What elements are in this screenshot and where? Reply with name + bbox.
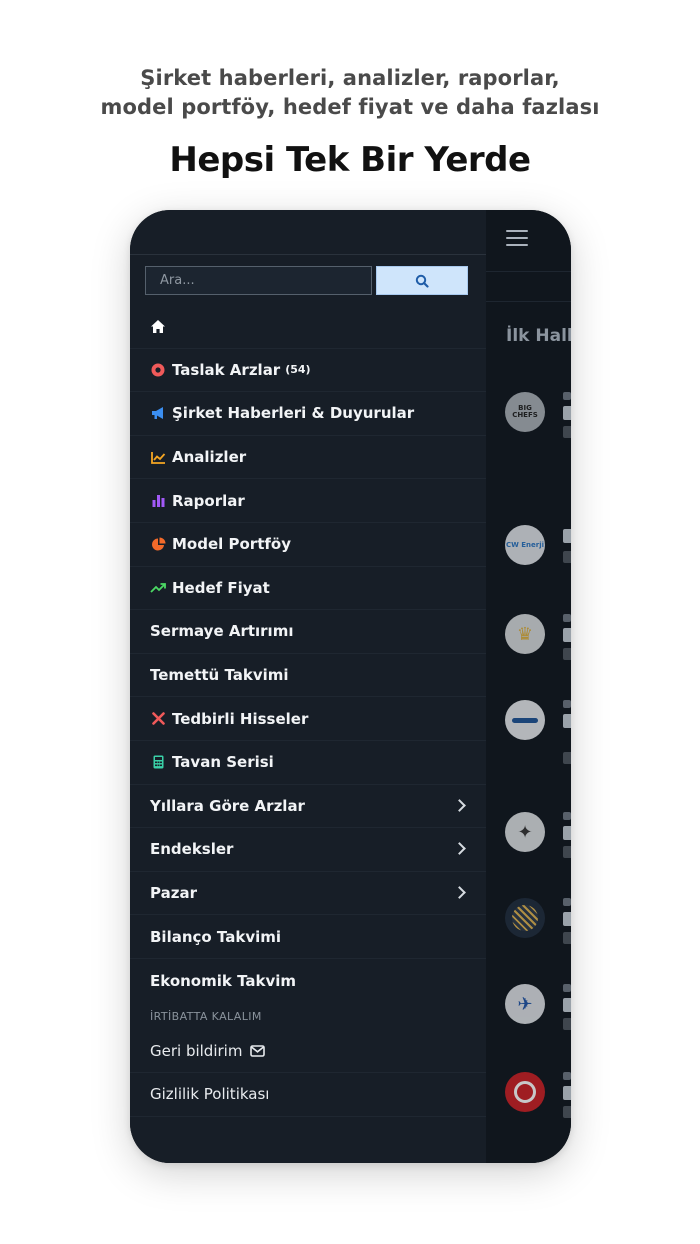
menu-item-label: Temettü Takvimi	[150, 666, 289, 685]
sub-bar	[486, 272, 571, 302]
menu-item-analizler[interactable]: Analizler	[130, 436, 486, 480]
bar-chart-icon	[150, 493, 166, 509]
main-content: İlk Halk BIG CHEFS CW Enerji ♛ ✦ ✈	[486, 210, 571, 1163]
menu-item-hedef-fiyat[interactable]: Hedef Fiyat	[130, 567, 486, 611]
menu-item-temettu-takvimi[interactable]: Temettü Takvimi	[130, 654, 486, 698]
section-title: İlk Halk	[506, 326, 571, 346]
menu-item-sermaye-artirimi[interactable]: Sermaye Artırımı	[130, 610, 486, 654]
logo-text: BIG CHEFS	[512, 404, 538, 419]
menu-item-label: Taslak Arzlar	[172, 360, 281, 379]
chevron-right-icon	[453, 886, 466, 899]
menu-item-label: Tedbirli Hisseler	[172, 709, 309, 728]
phone-frame: İlk Halk BIG CHEFS CW Enerji ♛ ✦ ✈ Ara..…	[130, 210, 571, 1163]
logo-text: CW Enerji	[505, 540, 545, 549]
menu-item-feedback[interactable]: Geri bildirim	[130, 1030, 486, 1074]
menu-item-raporlar[interactable]: Raporlar	[130, 479, 486, 523]
home-icon	[151, 319, 165, 333]
search-button[interactable]	[376, 266, 468, 295]
chevron-right-icon	[453, 842, 466, 856]
company-logo: ✦	[505, 812, 545, 852]
company-logo	[505, 700, 545, 740]
promo-subtitle: Şirket haberleri, analizler, raporlar, m…	[0, 64, 700, 122]
pie-chart-icon	[150, 536, 166, 552]
circle-dot-icon	[150, 362, 166, 378]
menu-item-label: Pazar	[150, 884, 197, 903]
top-bar	[486, 210, 571, 272]
search-input[interactable]	[145, 266, 372, 295]
search-icon	[415, 274, 429, 288]
menu-item-sirket-haberleri[interactable]: Şirket Haberleri & Duyurular	[130, 392, 486, 436]
drawer-menu: Taslak Arzlar (54) Şirket Haberleri & Du…	[130, 305, 486, 1117]
line-chart-icon	[150, 449, 166, 465]
list-item[interactable]	[505, 1072, 571, 1132]
company-logo: ✈	[505, 984, 545, 1024]
menu-item-label: Şirket Haberleri & Duyurular	[172, 404, 415, 423]
side-drawer: Taslak Arzlar (54) Şirket Haberleri & Du…	[130, 210, 486, 1163]
menu-item-ekonomik-takvim[interactable]: Ekonomik Takvim	[130, 959, 486, 1003]
list-item[interactable]: ✦	[505, 812, 571, 872]
search-bar	[145, 266, 468, 295]
menu-item-bilanco-takvimi[interactable]: Bilanço Takvimi	[130, 915, 486, 959]
company-logo: ♛	[505, 614, 545, 654]
chevron-right-icon	[453, 798, 466, 812]
drawer-header	[130, 210, 486, 255]
x-icon	[150, 711, 166, 727]
list-item[interactable]: ✈	[505, 984, 571, 1044]
promo-title: Hepsi Tek Bir Yerde	[169, 140, 531, 180]
promo-subtitle-line2: model portföy, hedef fiyat ve daha fazla…	[100, 95, 600, 119]
company-logo	[505, 1072, 545, 1112]
menu-item-label: Endeksler	[150, 840, 234, 859]
menu-item-label: Model Portföy	[172, 535, 291, 554]
count-badge: (54)	[285, 363, 311, 377]
menu-item-tavan-serisi[interactable]: Tavan Serisi	[130, 741, 486, 785]
calculator-icon	[150, 754, 166, 770]
company-logo	[505, 898, 545, 938]
menu-item-yillara-gore-arzlar[interactable]: Yıllara Göre Arzlar	[130, 785, 486, 829]
contact-section-label: İRTİBATTA KALALIM	[150, 1009, 262, 1023]
menu-item-label: Sermaye Artırımı	[150, 622, 294, 641]
menu-item-tedbirli-hisseler[interactable]: Tedbirli Hisseler	[130, 697, 486, 741]
megaphone-icon	[150, 405, 166, 421]
list-item[interactable]	[505, 700, 571, 764]
menu-item-pazar[interactable]: Pazar	[130, 872, 486, 916]
hamburger-icon[interactable]	[506, 230, 528, 246]
menu-item-label: Raporlar	[172, 491, 245, 510]
company-logo: CW Enerji	[505, 525, 545, 565]
menu-item-privacy[interactable]: Gizlilik Politikası	[130, 1073, 486, 1117]
list-item[interactable]: BIG CHEFS	[505, 392, 571, 452]
menu-item-home[interactable]	[130, 305, 486, 349]
menu-item-label: Geri bildirim	[150, 1041, 243, 1060]
menu-item-endeksler[interactable]: Endeksler	[130, 828, 486, 872]
list-item[interactable]: ♛	[505, 614, 571, 674]
menu-item-taslak-arzlar[interactable]: Taslak Arzlar (54)	[130, 349, 486, 393]
menu-item-model-portfoy[interactable]: Model Portföy	[130, 523, 486, 567]
menu-item-label: Gizlilik Politikası	[150, 1085, 270, 1104]
menu-item-label: Yıllara Göre Arzlar	[150, 796, 305, 815]
menu-item-label: Hedef Fiyat	[172, 578, 270, 597]
menu-item-label: Bilanço Takvimi	[150, 927, 282, 946]
menu-item-label: Ekonomik Takvim	[150, 971, 297, 990]
promo-subtitle-line1: Şirket haberleri, analizler, raporlar,	[140, 66, 560, 90]
envelope-icon	[250, 1044, 266, 1057]
list-item[interactable]: CW Enerji	[505, 525, 571, 585]
list-item[interactable]	[505, 898, 571, 958]
company-logo: BIG CHEFS	[505, 392, 545, 432]
trend-up-icon	[150, 580, 166, 596]
menu-item-label: Tavan Serisi	[172, 753, 274, 772]
menu-item-label: Analizler	[172, 448, 247, 467]
